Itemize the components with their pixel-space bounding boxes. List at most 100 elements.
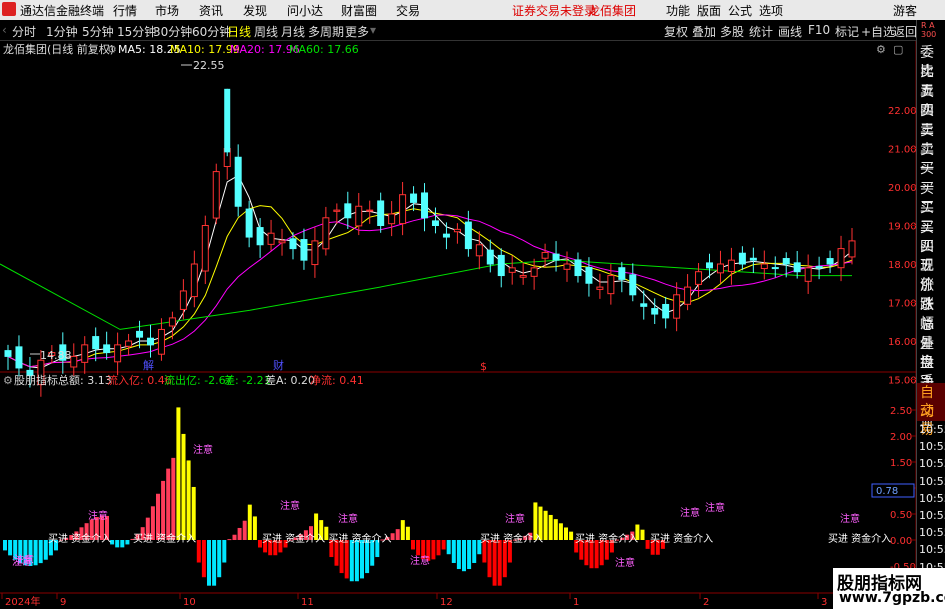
date-tick-label: 2 [703, 597, 709, 608]
event-marks[interactable]: 解 财 $ [143, 358, 487, 373]
candle-body [530, 267, 538, 277]
side-panel-time: 10:55 [919, 543, 945, 557]
menu-quote[interactable]: 行情 [113, 2, 137, 19]
indicator-header: ⚙ 股朋指标 总额: 3.13 流入亿: 0.46 流出亿: -2.67 差: … [3, 373, 364, 387]
candle-body [431, 220, 439, 227]
indicator-total: 总额: 3.13 [58, 373, 112, 387]
indicator-bar [436, 540, 441, 556]
indicator-bar [196, 540, 201, 563]
candle-body [92, 336, 100, 350]
btn-multi-stock[interactable]: 多股 [720, 23, 744, 40]
indicator-bar [395, 529, 400, 540]
indicator-bar [207, 540, 211, 586]
indicator-bar [472, 540, 477, 563]
attention-label: 注意 [280, 499, 300, 512]
period-60min[interactable]: 60分钟 [192, 23, 231, 40]
menu-options[interactable]: 选项 [759, 2, 783, 19]
candle-body [157, 328, 165, 355]
candle-body [607, 275, 615, 295]
period-30min[interactable]: 30分钟 [153, 23, 192, 40]
menu-news[interactable]: 资讯 [199, 2, 223, 19]
price-tick-label: 21.00 [888, 145, 916, 156]
price-axis: 22.00 21.00 20.00 19.00 18.00 17.00 16.00 15.00 [888, 106, 916, 387]
candle-body [125, 340, 133, 347]
period-5min[interactable]: 5分钟 [82, 23, 114, 40]
menu-trade[interactable]: 交易 [396, 2, 420, 19]
indicator-bar [242, 520, 247, 540]
chart-maximize-icon: ▢ [893, 43, 903, 56]
period-15min[interactable]: 15分钟 [117, 23, 156, 40]
menu-wealth[interactable]: 财富圈 [341, 2, 377, 19]
candle-body [749, 257, 757, 261]
candle-body [563, 263, 571, 270]
kline-chart[interactable]: 龙佰集团(日线 前复权) ⚙ MA5: 18.25 MA10: 17.99 MA… [0, 41, 916, 609]
date-tick-label: 12 [440, 597, 453, 608]
indicator-bar [553, 519, 558, 540]
chart-header: 龙佰集团(日线 前复权) ⚙ MA5: 18.25 MA10: 17.99 MA… [3, 42, 359, 56]
menu-formula[interactable]: 公式 [728, 2, 752, 19]
indicator-bar [3, 540, 7, 551]
watermark-box: 股朋指标网 www.7gpzb.com [833, 568, 945, 609]
attention-label-lower: 注意 [14, 553, 34, 566]
period-fenshi[interactable]: 分时 [12, 23, 36, 40]
indicator-bar [38, 540, 43, 564]
menu-layout[interactable]: 版面 [697, 2, 721, 19]
indicator-bar [360, 540, 364, 579]
candle-body [146, 337, 154, 346]
candle-body [81, 344, 89, 363]
ma10-line [7, 205, 853, 368]
period-weekly[interactable]: 周线 [254, 23, 278, 40]
indicator-bar [400, 520, 405, 540]
indicator-bar [569, 531, 574, 540]
buy-signal-label: 买进 资金介入 [133, 532, 196, 545]
candle-body [70, 355, 78, 368]
period-monthly[interactable]: 月线 [281, 23, 305, 40]
btn-back[interactable]: 返回 [893, 23, 917, 40]
candle-body [278, 240, 286, 244]
menu-market[interactable]: 市场 [155, 2, 179, 19]
menu-discover[interactable]: 发现 [243, 2, 267, 19]
more-chevron-icon[interactable]: ▾ [370, 23, 376, 37]
btn-add-watch[interactable]: +自选 [861, 23, 895, 40]
menu-bar: 通达信金融终端 行情 市场 资讯 发现 问小达 财富圈 交易 证券交易未登录 龙… [0, 0, 945, 20]
period-1min[interactable]: 1分钟 [46, 23, 78, 40]
indicator-name: 股朋指标 [14, 373, 58, 387]
attention-label: 注意 [193, 443, 213, 456]
btn-draw[interactable]: 画线 [778, 23, 802, 40]
candle-body [234, 156, 242, 207]
candle-body [453, 228, 461, 233]
attention-label: 注意 [88, 509, 108, 522]
btn-fuquan[interactable]: 复权 [664, 23, 688, 40]
trade-login-notice[interactable]: 证券交易未登录 [512, 2, 596, 19]
period-daily[interactable]: 日线 [227, 23, 251, 40]
candle-body [695, 271, 703, 285]
collapse-icon[interactable]: ‹ [2, 23, 7, 37]
price-tick-label: 18.00 [888, 260, 916, 271]
candle-body [311, 240, 319, 266]
chart-stock-title: 龙佰集团(日线 前复权) [3, 42, 114, 56]
candle-body [136, 330, 144, 338]
candle-body [399, 194, 407, 225]
candle-body [585, 266, 593, 284]
btn-stats[interactable]: 统计 [749, 23, 773, 40]
menu-function[interactable]: 功能 [666, 2, 690, 19]
period-more[interactable]: 更多 [345, 23, 369, 40]
btn-mark[interactable]: 标记 [835, 23, 859, 40]
indicator-bar [227, 539, 232, 541]
indicator-bar [467, 540, 472, 570]
attention-label: 注意 [680, 506, 700, 519]
period-multi[interactable]: 多周期 [308, 23, 344, 40]
chart-window-controls[interactable]: ⚙ ▢ [876, 43, 903, 56]
menu-ask[interactable]: 问小达 [287, 2, 323, 19]
indicator-bar [411, 540, 415, 550]
candlesticks [4, 88, 856, 397]
btn-f10[interactable]: F10 [808, 23, 830, 37]
side-panel-time: 10:55 [919, 491, 945, 505]
btn-overlay[interactable]: 叠加 [692, 23, 716, 40]
guest-label[interactable]: 游客 [893, 2, 917, 19]
side-panel-time: 10:55 [919, 440, 945, 454]
candle-body [662, 303, 670, 319]
indicator-bar [502, 540, 507, 578]
indicator-bar [462, 540, 466, 572]
settings-icon: ⚙ [107, 43, 117, 56]
